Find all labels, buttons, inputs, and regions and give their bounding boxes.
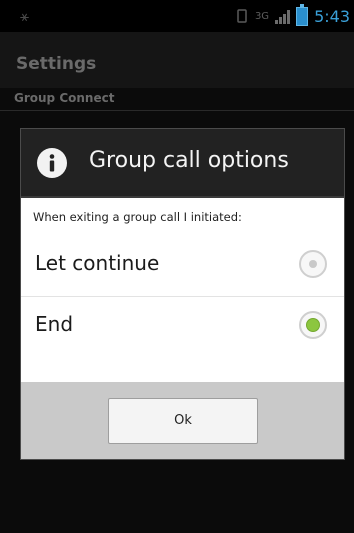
notification-icon: ⚹ bbox=[20, 7, 30, 25]
page-title: Settings bbox=[16, 54, 97, 74]
option-let-continue[interactable]: Let continue bbox=[21, 236, 344, 297]
dialog-footer: Ok bbox=[21, 382, 344, 459]
info-icon bbox=[37, 148, 67, 178]
group-call-options-dialog: Group call options When exiting a group … bbox=[20, 128, 345, 460]
ok-button[interactable]: Ok bbox=[108, 398, 258, 444]
dialog-title: Group call options bbox=[89, 148, 289, 173]
radio-let-continue[interactable] bbox=[299, 250, 327, 278]
signal-icon bbox=[275, 8, 291, 24]
option-label: End bbox=[35, 312, 74, 336]
status-icons: 3G 5:43 bbox=[235, 0, 350, 32]
network-type-icon: 3G bbox=[254, 10, 270, 22]
battery-icon bbox=[296, 3, 309, 26]
radio-end[interactable] bbox=[299, 311, 327, 339]
rotation-icon bbox=[237, 9, 247, 23]
dialog-body: When exiting a group call I initiated: L… bbox=[21, 198, 344, 382]
dialog-header: Group call options bbox=[21, 129, 344, 198]
status-bar: ⚹ 3G 5:43 bbox=[0, 0, 354, 32]
option-label: Let continue bbox=[35, 251, 160, 275]
clock: 5:43 bbox=[314, 6, 350, 26]
section-title: Group Connect bbox=[14, 91, 115, 105]
option-end[interactable]: End bbox=[21, 297, 344, 357]
dialog-message: When exiting a group call I initiated: bbox=[33, 210, 242, 224]
